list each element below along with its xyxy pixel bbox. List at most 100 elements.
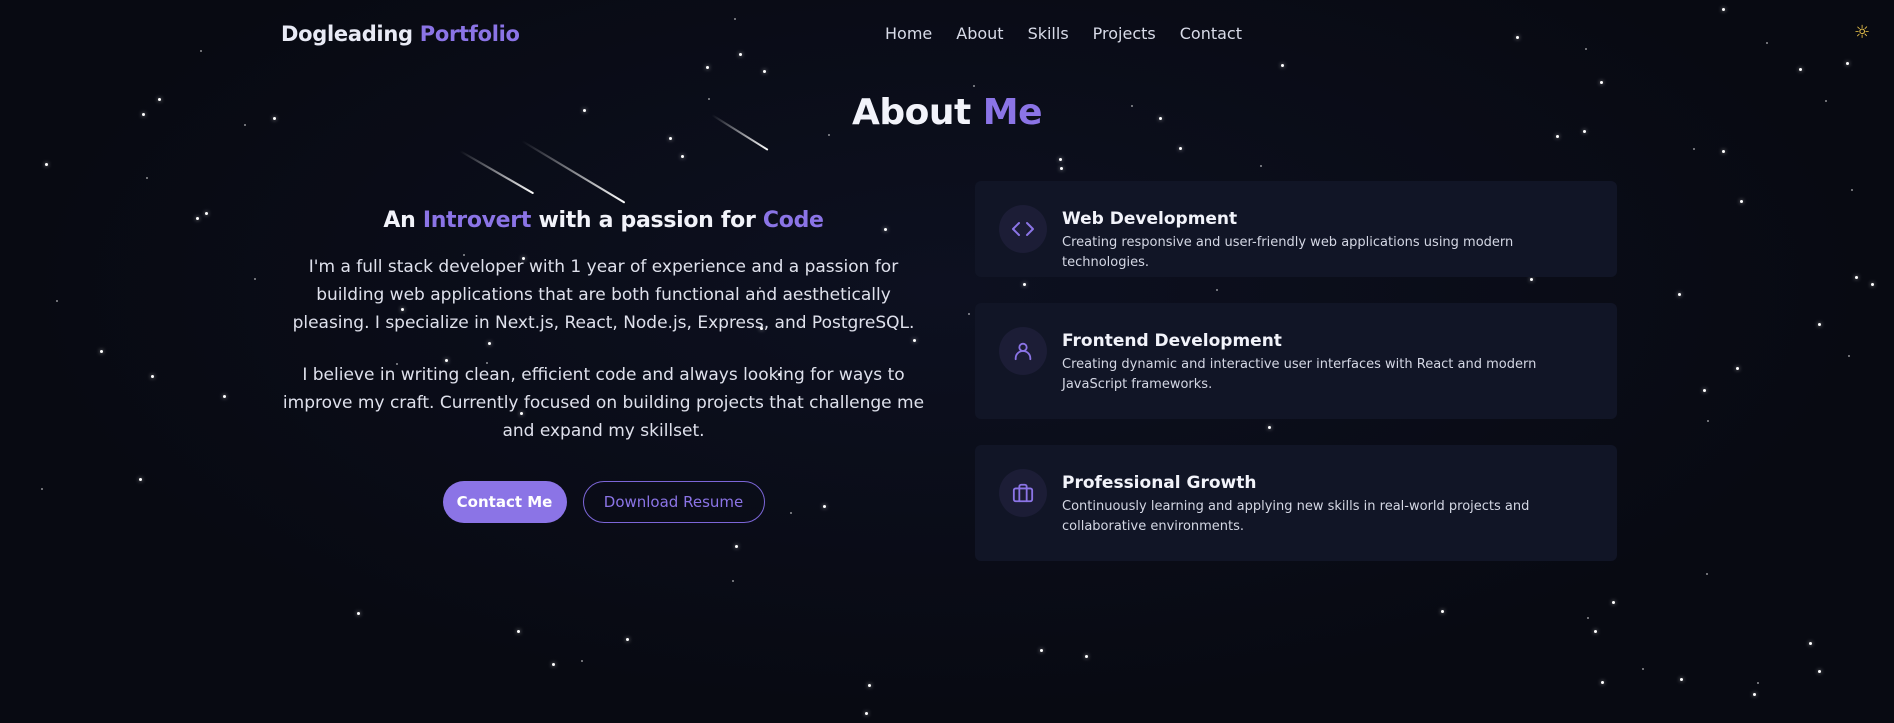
- star-dot: [828, 134, 830, 136]
- download-resume-button[interactable]: Download Resume: [582, 481, 765, 523]
- star-dot: [973, 85, 975, 87]
- star-dot: [1818, 670, 1821, 673]
- tagline: An Introvert with a passion for Code: [281, 208, 926, 233]
- card-frontend-development: Frontend Development Creating dynamic an…: [975, 303, 1617, 419]
- star-dot: [1179, 147, 1182, 150]
- star-dot: [1740, 200, 1743, 203]
- star-dot: [1757, 682, 1759, 684]
- star-dot: [1680, 678, 1683, 681]
- card-web-development: Web Development Creating responsive and …: [975, 181, 1617, 277]
- star-dot: [205, 212, 208, 215]
- star-dot: [1678, 293, 1681, 296]
- star-dot: [1023, 283, 1026, 286]
- tagline-word: An: [383, 208, 416, 233]
- star-dot: [1612, 601, 1615, 604]
- star-dot: [1642, 668, 1644, 670]
- star-dot: [41, 488, 43, 490]
- star-dot: [45, 163, 48, 166]
- star-dot: [669, 137, 672, 140]
- briefcase-icon: [999, 469, 1047, 517]
- card-title: Web Development: [1062, 209, 1238, 229]
- star-dot: [139, 478, 142, 481]
- brand-logo[interactable]: Dogleading Portfolio: [281, 22, 520, 46]
- star-dot: [1703, 389, 1706, 392]
- star-dot: [1799, 68, 1802, 71]
- star-dot: [1707, 420, 1709, 422]
- star-dot: [1600, 81, 1603, 84]
- star-dot: [1871, 283, 1874, 286]
- star-dot: [1818, 323, 1821, 326]
- nav-menu: Home About Skills Projects Contact: [885, 24, 1242, 43]
- card-description: Continuously learning and applying new s…: [1062, 499, 1530, 534]
- star-dot: [1216, 289, 1218, 291]
- star-dot: [1587, 617, 1589, 619]
- card-professional-growth: Professional Growth Continuously learnin…: [975, 445, 1617, 561]
- star-dot: [552, 663, 555, 666]
- star-dot: [100, 350, 103, 353]
- title-about: About: [852, 92, 971, 133]
- star-dot: [626, 638, 629, 641]
- page-title: About Me: [0, 92, 1894, 133]
- brand-name: Dogleading: [281, 22, 413, 46]
- shooting-star: [459, 150, 535, 195]
- theme-toggle-button[interactable]: ☼: [1854, 22, 1870, 43]
- star-dot: [763, 70, 766, 73]
- star-dot: [254, 278, 256, 280]
- tagline-word: with a passion for: [538, 208, 756, 233]
- sun-icon: ☼: [1854, 22, 1871, 43]
- star-dot: [1268, 426, 1271, 429]
- card-title: Frontend Development: [1062, 331, 1282, 351]
- star-dot: [1706, 573, 1708, 575]
- star-dot: [357, 612, 360, 615]
- star-dot: [1594, 630, 1597, 633]
- nav-item-skills[interactable]: Skills: [1028, 24, 1069, 43]
- card-title: Professional Growth: [1062, 473, 1257, 493]
- tagline-highlight: Code: [762, 208, 824, 233]
- navbar: Dogleading Portfolio Home About Skills P…: [0, 0, 1894, 68]
- brand-suffix: Portfolio: [419, 22, 520, 46]
- about-intro: An Introvert with a passion for Code I'm…: [281, 208, 926, 523]
- nav-item-projects[interactable]: Projects: [1093, 24, 1156, 43]
- star-dot: [196, 217, 199, 220]
- user-icon: [999, 327, 1047, 375]
- star-dot: [732, 580, 734, 582]
- star-dot: [1753, 693, 1756, 696]
- tagline-highlight: Introvert: [422, 208, 532, 233]
- nav-item-contact[interactable]: Contact: [1180, 24, 1242, 43]
- star-dot: [735, 545, 738, 548]
- star-dot: [1809, 642, 1812, 645]
- star-dot: [581, 660, 583, 662]
- star-dot: [517, 630, 520, 633]
- star-dot: [681, 155, 684, 158]
- star-dot: [1722, 150, 1725, 153]
- star-dot: [1855, 276, 1858, 279]
- star-dot: [1601, 681, 1604, 684]
- star-dot: [1060, 167, 1063, 170]
- card-description: Creating responsive and user-friendly we…: [1062, 235, 1514, 270]
- card-description: Creating dynamic and interactive user in…: [1062, 357, 1537, 392]
- contact-me-button[interactable]: Contact Me: [442, 481, 567, 523]
- intro-paragraph-2: I believe in writing clean, efficient co…: [282, 365, 925, 441]
- shooting-star: [521, 140, 626, 204]
- nav-item-about[interactable]: About: [956, 24, 1003, 43]
- star-dot: [151, 375, 154, 378]
- star-dot: [1693, 148, 1695, 150]
- star-dot: [1085, 655, 1088, 658]
- star-dot: [868, 684, 871, 687]
- star-dot: [1736, 367, 1739, 370]
- star-dot: [1260, 165, 1262, 167]
- intro-paragraph-1: I'm a full stack developer with 1 year o…: [292, 257, 915, 333]
- star-dot: [1851, 189, 1853, 191]
- star-dot: [1441, 610, 1444, 613]
- star-dot: [56, 300, 58, 302]
- star-dot: [146, 177, 148, 179]
- star-dot: [1556, 135, 1559, 138]
- cta-buttons: Contact Me Download Resume: [281, 481, 926, 523]
- code-icon: [999, 205, 1047, 253]
- title-me: Me: [982, 92, 1043, 133]
- star-dot: [968, 313, 970, 315]
- star-dot: [1059, 158, 1062, 161]
- star-dot: [223, 395, 226, 398]
- star-dot: [1040, 649, 1043, 652]
- nav-item-home[interactable]: Home: [885, 24, 932, 43]
